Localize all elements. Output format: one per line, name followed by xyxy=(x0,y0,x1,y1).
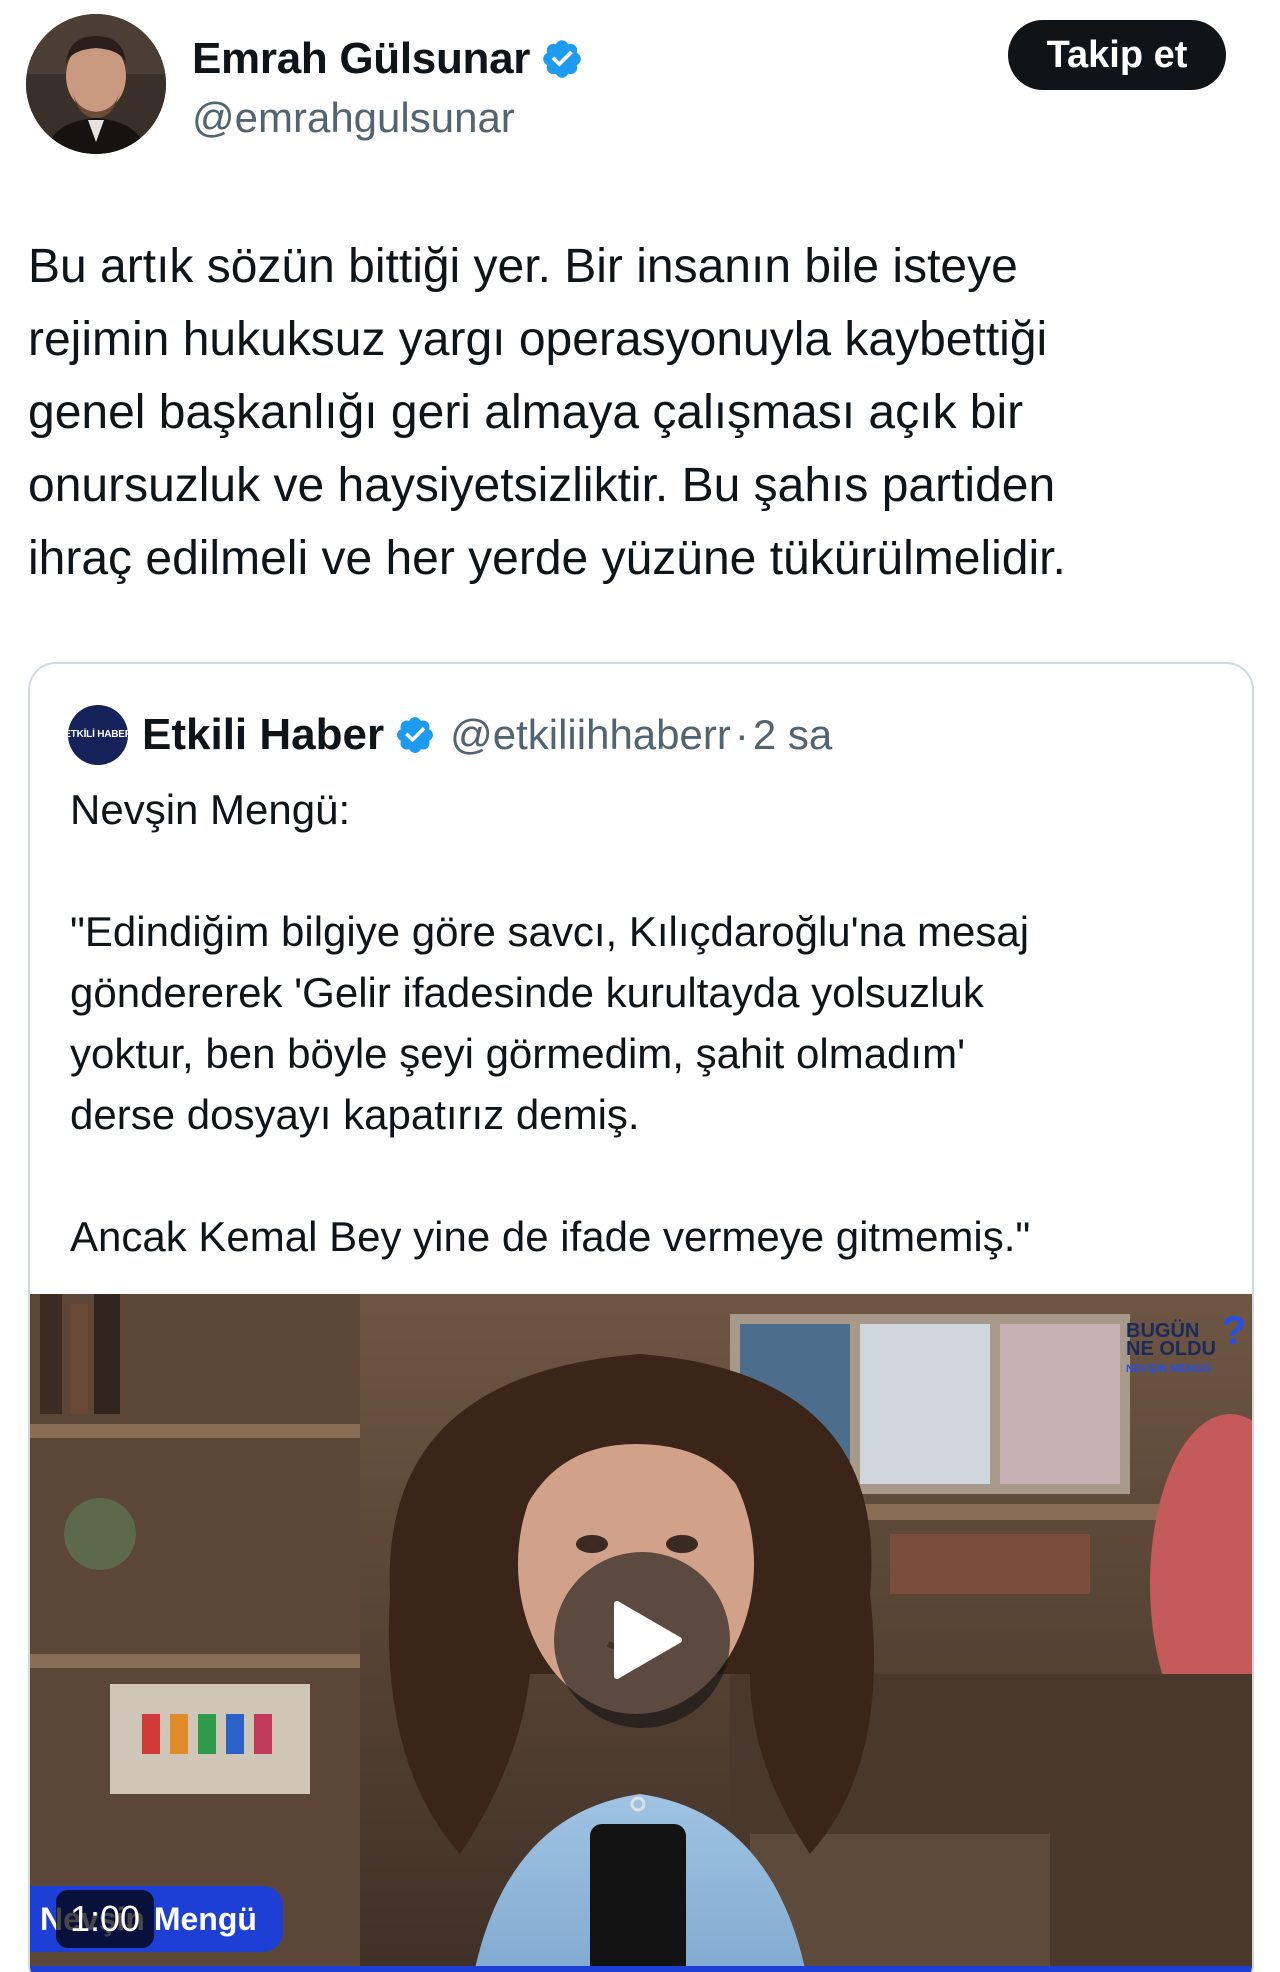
quoted-author-handle[interactable]: @etkiliihhaberr xyxy=(450,711,731,759)
video-duration: 1:00 xyxy=(56,1890,155,1948)
brand-logo: BUGÜN NE OLDU ? NEVŞİN MENGÜ xyxy=(1126,1309,1246,1378)
video-player[interactable]: BUGÜN NE OLDU ? NEVŞİN MENGÜ Nevşin Meng… xyxy=(30,1294,1252,1972)
dot-separator: · xyxy=(734,711,749,758)
quoted-tweet-text: Nevşin Mengü: "Edindiğim bilgiye göre sa… xyxy=(70,786,1031,1260)
question-mark-icon: ? xyxy=(1221,1309,1246,1353)
verified-badge-icon xyxy=(540,37,584,81)
video-bottom-strip xyxy=(30,1966,1252,1972)
author-handle[interactable]: @emrahgulsunar xyxy=(192,94,515,142)
verified-badge-icon xyxy=(394,714,436,756)
author-avatar[interactable] xyxy=(26,14,166,154)
author-name-row: Emrah Gülsunar xyxy=(192,34,584,84)
quoted-avatar-logo: ETKİLİ HABER xyxy=(68,729,128,740)
brand-line-2: NE OLDU xyxy=(1126,1338,1216,1360)
play-icon xyxy=(614,1601,682,1679)
tweet-text: Bu artık sözün bittiği yer. Bir insanın … xyxy=(28,240,1066,585)
author-name[interactable]: Emrah Gülsunar xyxy=(192,34,530,84)
brand-subtitle: NEVŞİN MENGÜ xyxy=(1126,1363,1211,1375)
follow-button[interactable]: Takip et xyxy=(1008,20,1226,90)
quoted-tweet-header: ETKİLİ HABER Etkili Haber @etkiliihhaber… xyxy=(68,702,832,768)
quoted-tweet[interactable]: ETKİLİ HABER Etkili Haber @etkiliihhaber… xyxy=(28,662,1254,1972)
play-button[interactable] xyxy=(554,1552,730,1728)
quoted-timestamp[interactable]: 2 sa xyxy=(753,711,832,759)
tweet-header: Emrah Gülsunar @emrahgulsunar Takip et xyxy=(26,14,1226,154)
quoted-author-name[interactable]: Etkili Haber xyxy=(142,710,384,760)
quoted-author-avatar[interactable]: ETKİLİ HABER xyxy=(68,705,128,765)
